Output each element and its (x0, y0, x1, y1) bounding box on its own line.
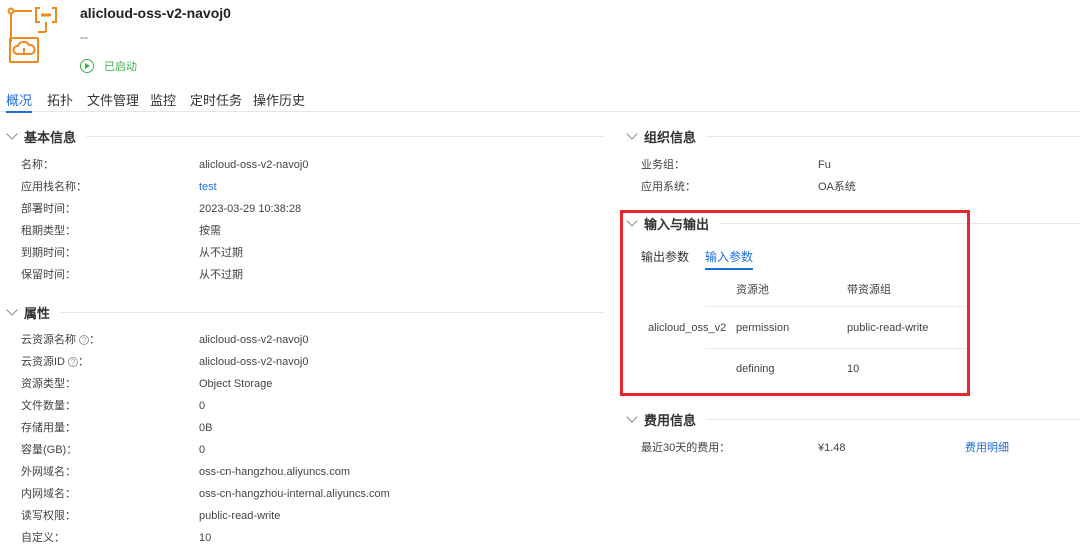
label-lease-type: 租期类型： (21, 225, 76, 237)
value-deploy-time: 2023-03-29 10:38:28 (199, 203, 302, 215)
label-cost-30-days: 最近30天的费用： (641, 442, 731, 454)
value-storage-usage: 0B (199, 422, 213, 434)
resource-title: alicloud-oss-v2-navoj0 (80, 5, 231, 21)
help-icon[interactable]: ? (79, 335, 89, 345)
section-org-info[interactable]: 组织信息 (626, 127, 1080, 145)
column-header-resource-pool: 资源池 (736, 284, 769, 296)
value-expire-time: 从不过期 (199, 247, 243, 259)
status-text: 已启动 (104, 61, 137, 73)
param-key-cell: permission (736, 322, 790, 334)
value-name: alicloud-oss-v2-navoj0 (199, 159, 309, 171)
divider (706, 135, 1080, 137)
label-internal-domain: 内网域名： (21, 488, 76, 500)
divider (86, 135, 605, 137)
chevron-down-icon (626, 215, 638, 227)
section-properties[interactable]: 属性 (6, 303, 605, 321)
value-file-count: 0 (199, 400, 206, 412)
section-cost-info[interactable]: 费用信息 (626, 410, 1080, 428)
resource-description: -- (80, 30, 88, 44)
tab-topology[interactable]: 拓扑 (47, 90, 73, 112)
tab-output-params[interactable]: 输出参数 (641, 248, 689, 266)
tab-input-params[interactable]: 输入参数 (705, 248, 754, 270)
chevron-down-icon (626, 128, 638, 140)
label-app-stack: 应用栈名称： (21, 181, 87, 193)
label-cloud-resource-name: 云资源名称?： (21, 334, 100, 346)
cloud-storage-icon (7, 7, 57, 63)
value-public-domain: oss-cn-hangzhou.aliyuncs.com (199, 466, 351, 478)
label-app-system: 应用系统： (641, 181, 696, 193)
help-icon[interactable]: ? (68, 357, 78, 367)
value-capacity: 0 (199, 444, 206, 456)
param-key-cell: defining (736, 363, 775, 375)
value-resource-type: Object Storage (199, 378, 273, 390)
divider (60, 311, 605, 313)
value-business-group: Fu (818, 159, 831, 171)
column-header-resource-group: 带资源组 (847, 284, 891, 296)
tab-overview[interactable]: 概况 (6, 90, 33, 113)
section-basic-info[interactable]: 基本信息 (6, 127, 605, 145)
param-value-cell: 10 (847, 363, 860, 375)
divider (706, 418, 1080, 420)
label-public-domain: 外网域名： (21, 466, 76, 478)
section-title: 基本信息 (24, 129, 77, 145)
section-input-output[interactable]: 输入与输出 (626, 214, 1080, 232)
tab-operation-history[interactable]: 操作历史 (253, 90, 305, 112)
label-cloud-resource-id: 云资源ID?： (21, 356, 89, 368)
label-expire-time: 到期时间： (21, 247, 76, 259)
highlight-box (620, 210, 970, 396)
value-internal-domain: oss-cn-hangzhou-internal.aliyuncs.com (199, 488, 390, 500)
label-resource-type: 资源类型： (21, 378, 76, 390)
label-deploy-time: 部署时间： (21, 203, 76, 215)
chevron-down-icon (6, 128, 18, 140)
label-storage-usage: 存储用量： (21, 422, 76, 434)
tab-file-management[interactable]: 文件管理 (87, 90, 139, 112)
tab-monitor[interactable]: 监控 (150, 90, 176, 112)
param-value-cell: public-read-write (847, 322, 929, 334)
main-tabs: 概况 拓扑 文件管理 监控 定时任务 操作历史 (0, 90, 1080, 113)
cost-detail-link[interactable]: 费用明细 (965, 441, 1009, 455)
resource-name-cell: alicloud_oss_v2 (648, 322, 727, 334)
app-stack-link[interactable]: test (199, 180, 217, 194)
value-cloud-resource-name: alicloud-oss-v2-navoj0 (199, 334, 309, 346)
value-cost-30-days: ¥1.48 (818, 442, 846, 454)
label-retain-time: 保留时间： (21, 269, 76, 281)
label-file-count: 文件数量： (21, 400, 76, 412)
value-retain-time: 从不过期 (199, 269, 243, 281)
divider (705, 306, 967, 307)
divider (719, 222, 1080, 224)
label-capacity: 容量(GB)： (21, 444, 78, 456)
chevron-down-icon (626, 411, 638, 423)
section-title: 属性 (24, 305, 51, 321)
label-business-group: 业务组： (641, 159, 685, 171)
section-title: 组织信息 (644, 129, 697, 145)
value-custom: 10 (199, 532, 212, 544)
label-rw-permission: 读写权限： (21, 510, 76, 522)
label-custom: 自定义： (21, 532, 65, 544)
value-rw-permission: public-read-write (199, 510, 281, 522)
value-cloud-resource-id: alicloud-oss-v2-navoj0 (199, 356, 309, 368)
value-lease-type: 按需 (199, 225, 221, 237)
section-title: 输入与输出 (644, 216, 710, 232)
label-name: 名称： (21, 159, 54, 171)
status-badge: 已启动 (80, 58, 137, 74)
chevron-down-icon (6, 304, 18, 316)
divider (705, 348, 967, 349)
section-title: 费用信息 (644, 412, 697, 428)
value-app-system: OA系统 (818, 181, 856, 193)
play-circle-icon (80, 59, 94, 73)
tab-scheduled-tasks[interactable]: 定时任务 (190, 90, 242, 112)
